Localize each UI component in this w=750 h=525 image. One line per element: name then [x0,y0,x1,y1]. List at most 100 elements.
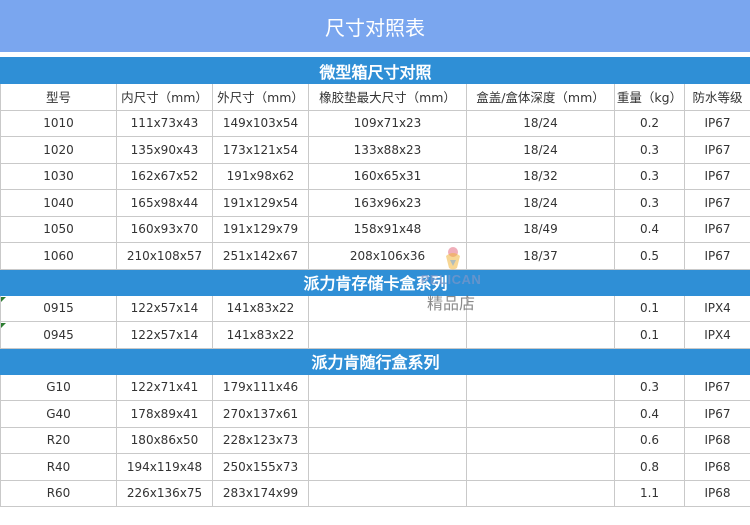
cell-waterproof: IP67 [683,189,750,217]
cell-lid-depth: 18/37 [466,242,615,270]
cell-gasket-size [308,373,467,401]
cell-inner-size: 122x71x41 [116,373,213,401]
cell-gasket-size [308,479,467,507]
cell-gasket-size: 163x96x23 [308,189,467,217]
cell-lid-depth [466,426,615,454]
cell-waterproof: IPX4 [683,321,750,349]
cell-gasket-size: 208x106x36 [308,242,467,270]
column-header-row: 型号 内尺寸（mm） 外尺寸（mm） 橡胶垫最大尺寸（mm） 盒盖/盒体深度（m… [0,83,750,111]
table-row: 1010 111x73x43 149x103x54 109x71x23 18/24 0.2… [0,109,750,137]
cell-model: 1030 [0,162,117,190]
cell-model: 0915 [0,294,117,322]
cell-waterproof: IP68 [683,426,750,454]
cell-waterproof: IP67 [683,136,750,164]
section-header-micro: 微型箱尺寸对照 [0,57,750,84]
cell-model: R60 [0,479,117,507]
cell-inner-size: 194x119x48 [116,453,213,481]
cell-outer-size: 283x174x99 [212,479,309,507]
cell-weight: 0.2 [614,109,685,137]
cell-model: 0945 [0,321,117,349]
page-title-bar: 尺寸对照表 [0,0,750,52]
cell-waterproof: IP67 [683,215,750,243]
column-header-model: 型号 [0,83,117,111]
section-title: 微型箱尺寸对照 [0,57,750,84]
corner-marker [1,297,6,302]
cell-lid-depth: 18/24 [466,189,615,217]
cell-lid-depth [466,400,615,428]
cell-inner-size: 180x86x50 [116,426,213,454]
cell-outer-size: 228x123x73 [212,426,309,454]
cell-model: 1020 [0,136,117,164]
section-title: 派力肯随行盒系列 [0,347,750,375]
cell-weight: 0.3 [614,136,685,164]
cell-model: 1010 [0,109,117,137]
cell-weight: 0.3 [614,162,685,190]
cell-gasket-size [308,321,467,349]
cell-weight: 1.1 [614,479,685,507]
cell-gasket-size: 160x65x31 [308,162,467,190]
cell-lid-depth [466,321,615,349]
table-row: 1020 135x90x43 173x121x54 133x88x23 18/24 0.3… [0,136,750,164]
cell-outer-size: 251x142x67 [212,242,309,270]
cell-weight: 0.4 [614,215,685,243]
cell-gasket-size [308,400,467,428]
cell-waterproof: IP68 [683,479,750,507]
section-title: 派力肯存储卡盒系列 [0,268,750,296]
cell-gasket-size [308,453,467,481]
column-header-inner-size: 内尺寸（mm） [116,83,213,111]
column-header-lid-depth: 盒盖/盒体深度（mm） [466,83,615,111]
table-row: R20 180x86x50 228x123x73 0.6 IP68 [0,426,750,454]
cell-outer-size: 191x98x62 [212,162,309,190]
cell-outer-size: 250x155x73 [212,453,309,481]
cell-gasket-size: 158x91x48 [308,215,467,243]
cell-weight: 0.3 [614,189,685,217]
cell-inner-size: 210x108x57 [116,242,213,270]
cell-model: R40 [0,453,117,481]
cell-lid-depth: 18/24 [466,136,615,164]
cell-waterproof: IP67 [683,400,750,428]
cell-model: R20 [0,426,117,454]
cell-weight: 0.1 [614,321,685,349]
cell-lid-depth [466,479,615,507]
table-row: R40 194x119x48 250x155x73 0.8 IP68 [0,453,750,481]
cell-model: G40 [0,400,117,428]
cell-waterproof: IP67 [683,162,750,190]
page-title: 尺寸对照表 [325,15,425,40]
cell-outer-size: 173x121x54 [212,136,309,164]
section-header-travel-case: 派力肯随行盒系列 [0,347,750,375]
cell-lid-depth: 18/24 [466,109,615,137]
table-row: G40 178x89x41 270x137x61 0.4 IP67 [0,400,750,428]
cell-outer-size: 270x137x61 [212,400,309,428]
cell-outer-size: 191x129x54 [212,189,309,217]
cell-gasket-size [308,294,467,322]
column-header-weight: 重量（kg） [614,83,685,111]
cell-lid-depth [466,294,615,322]
cell-outer-size: 141x83x22 [212,294,309,322]
cell-inner-size: 111x73x43 [116,109,213,137]
cell-inner-size: 122x57x14 [116,321,213,349]
table-row: 1060 210x108x57 251x142x67 208x106x36 18/37 0… [0,242,750,270]
cell-waterproof: IP67 [683,242,750,270]
cell-inner-size: 135x90x43 [116,136,213,164]
table-row: 0915 122x57x14 141x83x22 0.1 IPX4 [0,294,750,322]
column-header-gasket-size: 橡胶垫最大尺寸（mm） [308,83,467,111]
cell-model: 1050 [0,215,117,243]
column-header-outer-size: 外尺寸（mm） [212,83,309,111]
cell-inner-size: 165x98x44 [116,189,213,217]
cell-waterproof: IPX4 [683,294,750,322]
cell-outer-size: 179x111x46 [212,373,309,401]
cell-gasket-size [308,426,467,454]
cell-outer-size: 141x83x22 [212,321,309,349]
cell-weight: 0.3 [614,373,685,401]
table-row: R60 226x136x75 283x174x99 1.1 IP68 [0,479,750,507]
cell-weight: 0.6 [614,426,685,454]
table-row: 1050 160x93x70 191x129x79 158x91x48 18/49 0.4… [0,215,750,243]
cell-weight: 0.8 [614,453,685,481]
cell-inner-size: 162x67x52 [116,162,213,190]
cell-inner-size: 160x93x70 [116,215,213,243]
cell-weight: 0.4 [614,400,685,428]
table-row: 1030 162x67x52 191x98x62 160x65x31 18/32 0.3 I… [0,162,750,190]
table-row: 1040 165x98x44 191x129x54 163x96x23 18/24 0.3… [0,189,750,217]
corner-marker [1,323,6,328]
cell-waterproof: IP67 [683,109,750,137]
